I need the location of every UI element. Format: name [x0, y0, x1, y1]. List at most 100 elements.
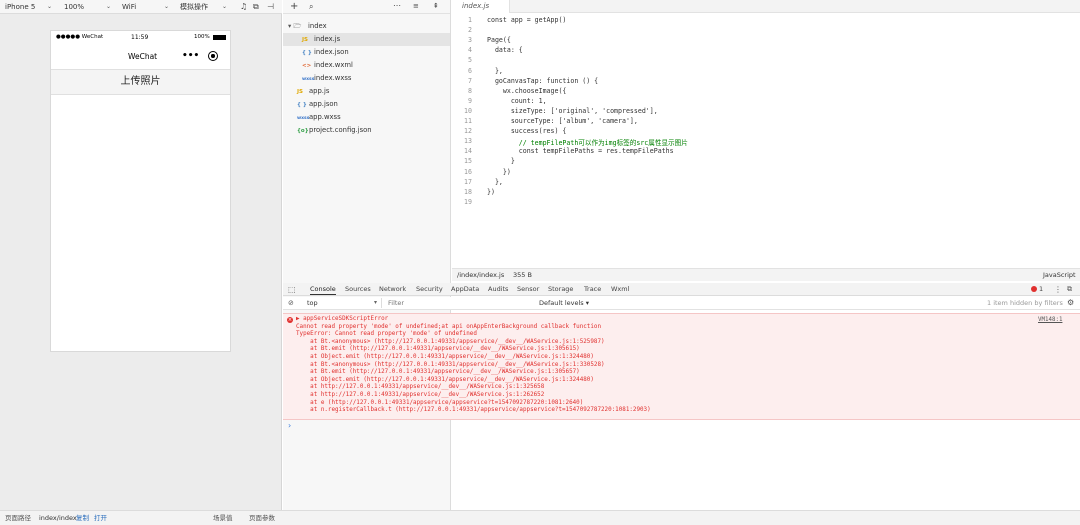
zoom-value: 100% [64, 3, 85, 11]
devtools-tabs: ⬚ 1 ⋮ ⧉ Console Sources Network Security App… [283, 283, 1080, 296]
more-vert-icon[interactable]: ⋮ [1054, 283, 1062, 296]
language-mode[interactable]: JavaScript [1043, 269, 1076, 281]
line-number: 11 [464, 117, 472, 125]
source-link[interactable]: VM148:1 [1038, 317, 1062, 323]
battery-icon [213, 35, 226, 40]
error-stack-line: at Bt.<anonymous> (http://127.0.0.1:4933… [296, 338, 605, 345]
tree-folder-index[interactable]: ▾ 🗁 index [283, 20, 450, 33]
tree-label: index.js [314, 35, 341, 43]
tab-sources[interactable]: Sources [345, 283, 371, 296]
line-number: 19 [464, 197, 472, 206]
mode-select[interactable]: 模拟操作 ⌄ [180, 2, 230, 12]
line-number: 13 [464, 137, 472, 146]
dock-icon[interactable]: ⊣ [267, 2, 274, 12]
error-stack-line: at Bt.emit (http://127.0.0.1:49331/appse… [296, 346, 580, 353]
console-filter-input[interactable] [388, 298, 528, 308]
collapse-icon[interactable]: ⇞ [433, 2, 439, 10]
network-select[interactable]: WiFi ⌄ [122, 2, 172, 12]
scene-value-button[interactable]: 场景值 [213, 511, 233, 525]
error-stack-line: at http://127.0.0.1:49331/appservice/__d… [296, 384, 545, 391]
editor-status-bar: /index/index.js 355 B JavaScript [452, 268, 1080, 281]
simulator-panel: iPhone 5 ⌄ 100% ⌄ WiFi ⌄ 模拟操作 ⌄ ♫ ⧉ ⊣ ●●… [0, 0, 282, 510]
code-line: }) [487, 167, 511, 176]
code-line: }, [487, 177, 503, 186]
error-count[interactable]: 1 [1039, 283, 1043, 296]
line-number: 8 [468, 86, 472, 95]
console-error-message: × VM148:1 ▶ appServiceSDKScriptError Cann… [283, 313, 1080, 420]
tab-trace[interactable]: Trace [584, 283, 601, 296]
window-icon[interactable]: ⧉ [253, 2, 259, 12]
error-title[interactable]: ▶ appServiceSDKScriptError [296, 316, 388, 322]
error-stack-line: at Object.emit (http://127.0.0.1:49331/a… [296, 354, 594, 360]
tab-appdata[interactable]: AppData [451, 283, 479, 296]
more-icon[interactable]: ••• [182, 51, 199, 61]
tree-label: app.json [309, 100, 338, 108]
copy-link[interactable]: 复制 [76, 511, 89, 525]
tab-sensor[interactable]: Sensor [517, 283, 539, 296]
file-explorer: + ⌕ ⋯ ≡ ⇞ ▾ 🗁 index JS index.js { } index.j… [283, 0, 451, 510]
line-number: 9 [468, 96, 472, 105]
tree-file-index-wxss[interactable]: wxssindex.wxss [283, 72, 450, 85]
tab-console[interactable]: Console [310, 283, 336, 295]
tree-file-index-json[interactable]: { } index.json [283, 46, 450, 59]
layout-icon[interactable]: ≡ [413, 2, 419, 10]
more-icon[interactable]: ⋯ [393, 1, 401, 10]
code-line: count: 1, [487, 96, 547, 105]
error-stack-line: at http://127.0.0.1:49331/appservice/__d… [296, 392, 545, 398]
tab-audits[interactable]: Audits [488, 283, 508, 296]
gear-icon[interactable]: ⚙ [1067, 297, 1074, 309]
tab-index-js[interactable]: index.js [452, 0, 510, 13]
chevron-down-icon: ⌄ [106, 3, 112, 10]
code-area[interactable]: 1 const app = getApp() 2 3 Page({4 data: {5 6… [452, 14, 1080, 268]
phone-time: 11:59 [131, 34, 149, 41]
tree-label: index.wxml [314, 61, 353, 69]
log-levels-select[interactable]: Default levels ▾ [539, 297, 589, 309]
chevron-down-icon: ⌄ [164, 3, 170, 10]
inspect-icon[interactable]: ⬚ [288, 283, 296, 296]
add-icon[interactable]: + [290, 1, 298, 12]
open-link[interactable]: 打开 [94, 511, 107, 525]
error-stack-line: at Bt.<anonymous> (http://127.0.0.1:4933… [296, 361, 605, 368]
tab-storage[interactable]: Storage [548, 283, 573, 296]
console-prompt[interactable]: › [288, 421, 291, 430]
upload-photo-button[interactable]: 上传照片 [51, 69, 230, 95]
code-line: sizeType: ['original', 'compressed'], [487, 106, 658, 115]
close-capsule-icon[interactable] [208, 51, 218, 61]
error-stack-line: Cannot read property 'mode' of undefined… [296, 323, 601, 330]
device-select[interactable]: iPhone 5 ⌄ [5, 2, 55, 12]
tab-security[interactable]: Security [416, 283, 443, 296]
tab-network[interactable]: Network [379, 283, 406, 296]
code-line: Page({ [487, 36, 511, 45]
tree-file-index-js[interactable]: JS index.js [283, 33, 450, 46]
code-line: // tempFilePath可以作为img标签的src属性显示图片 [487, 139, 688, 148]
line-number: 3 [468, 36, 472, 45]
line-number: 7 [468, 76, 472, 85]
line-number: 2 [468, 26, 472, 35]
chevron-down-icon: ⌄ [47, 3, 53, 10]
phone-screen: ●●●●● WeChat 11:59 100% WeChat ••• 上传照片 [50, 30, 231, 352]
error-stack-line: at Object.emit (http://127.0.0.1:49331/a… [296, 376, 594, 383]
line-number: 4 [468, 46, 472, 55]
network-value: WiFi [122, 3, 137, 11]
dock-icon[interactable]: ⧉ [1067, 283, 1072, 296]
config-file-icon: {o} [297, 128, 309, 134]
tree-label: app.wxss [309, 113, 341, 121]
tree-file-app-wxss[interactable]: wxssapp.wxss [283, 111, 450, 124]
clear-console-icon[interactable]: ⊘ [288, 297, 294, 309]
tree-label: index.json [314, 48, 349, 56]
tree-file-project-config[interactable]: {o}project.config.json [283, 124, 450, 137]
sound-icon[interactable]: ♫ [240, 2, 247, 12]
line-number: 14 [464, 147, 472, 156]
search-icon[interactable]: ⌕ [309, 2, 313, 12]
tree-file-index-wxml[interactable]: <> index.wxml [283, 59, 450, 72]
error-stack-line: TypeError: Cannot read property 'mode' o… [296, 331, 477, 338]
tab-wxml[interactable]: Wxml [611, 283, 629, 296]
tree-file-app-json[interactable]: { } app.json [283, 98, 450, 111]
page-params-button[interactable]: 页面参数 [249, 511, 275, 525]
hidden-count: 1 item hidden by filters [987, 299, 1063, 307]
context-select[interactable]: top ▾ [302, 298, 382, 308]
page-path-label: 页面路径 [5, 514, 31, 522]
tree-file-app-js[interactable]: JS app.js [283, 85, 450, 98]
line-number: 15 [464, 157, 472, 166]
zoom-select[interactable]: 100% ⌄ [64, 2, 114, 12]
